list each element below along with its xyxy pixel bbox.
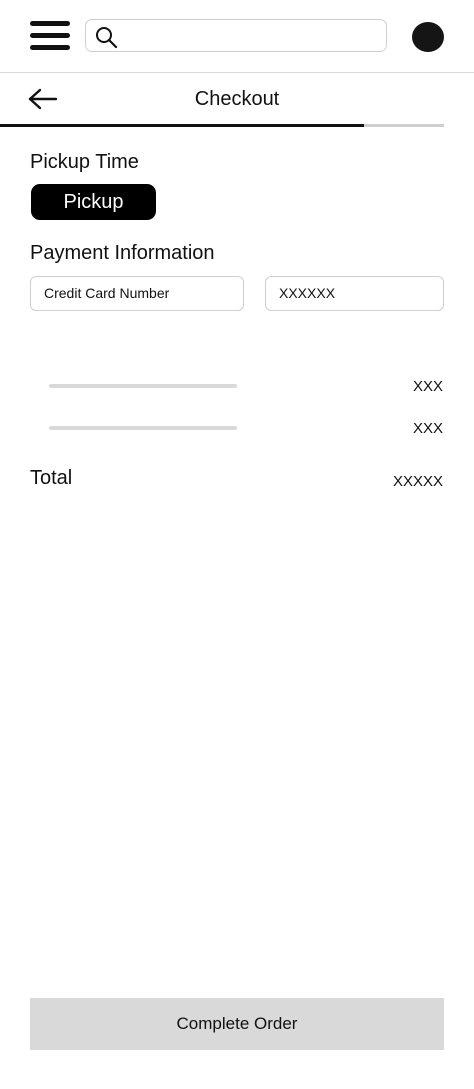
search-icon [96, 27, 118, 49]
total-value: XXXXX [392, 473, 443, 490]
line-item-amount: XXX [412, 378, 443, 395]
total-label: Total [30, 467, 73, 489]
top-bar [0, 0, 474, 72]
credit-card-number-field[interactable]: Credit Card Number [30, 276, 244, 311]
payment-information-label: Payment Information [30, 242, 215, 264]
line-item-placeholder [49, 426, 237, 430]
line-item-amount: XXX [412, 420, 443, 437]
pickup-time-label: Pickup Time [30, 151, 139, 173]
hamburger-menu-icon[interactable] [30, 21, 70, 51]
pickup-button[interactable]: Pickup [31, 184, 156, 220]
search-input[interactable] [126, 24, 380, 50]
checkout-progress-bar [0, 124, 444, 127]
search-bar[interactable] [85, 19, 387, 52]
complete-order-button[interactable]: Complete Order [30, 998, 444, 1050]
card-value-field[interactable]: XXXXXX [265, 276, 444, 311]
avatar[interactable] [412, 22, 444, 52]
line-item-placeholder [49, 384, 237, 388]
checkout-progress-fill [0, 124, 365, 127]
page-title: Checkout [194, 88, 280, 110]
checkout-header: Checkout [0, 73, 474, 127]
